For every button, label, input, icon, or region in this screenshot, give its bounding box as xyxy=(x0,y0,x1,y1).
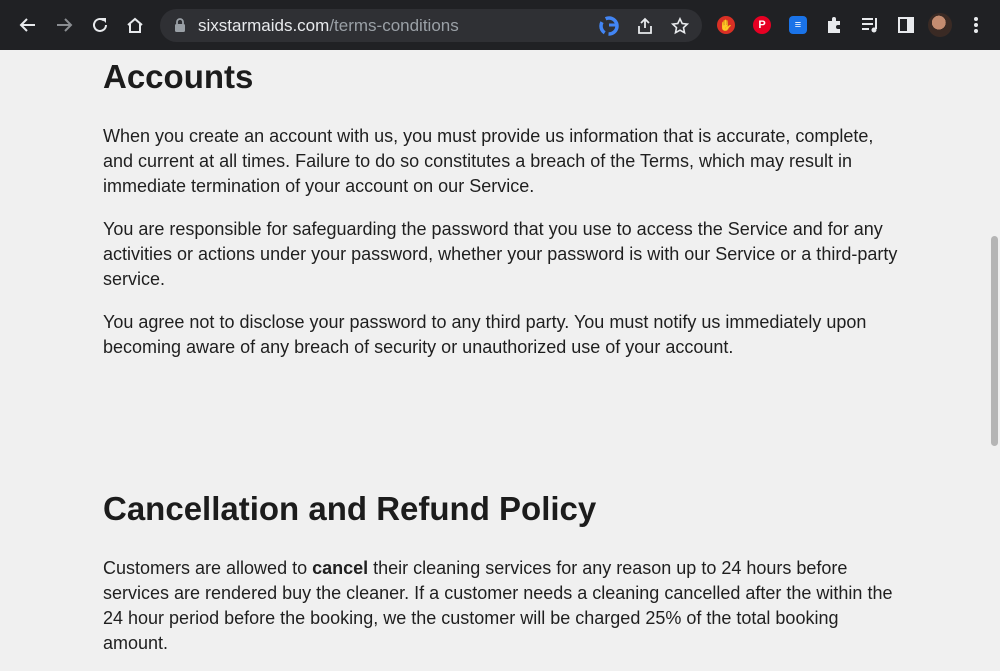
avatar[interactable] xyxy=(928,13,952,37)
lock-icon[interactable] xyxy=(174,18,186,38)
pinterest-icon[interactable]: P xyxy=(750,13,774,37)
scrollbar-thumb[interactable] xyxy=(991,236,998,446)
cancel-bold-text: cancel xyxy=(312,558,369,578)
accounts-heading: Accounts xyxy=(103,58,254,95)
accounts-paragraph-1: When you create an account with us, you … xyxy=(103,126,874,196)
cancellation-heading: Cancellation and Refund Policy xyxy=(103,490,597,527)
puzzle-icon[interactable] xyxy=(822,13,846,37)
url-text[interactable]: sixstarmaids.com/terms-conditions xyxy=(198,16,459,36)
scrollbar[interactable] xyxy=(988,50,1000,671)
kebab-menu-icon[interactable] xyxy=(964,13,988,37)
back-arrow-icon[interactable] xyxy=(14,11,42,39)
reload-icon[interactable] xyxy=(86,11,114,39)
cancellation-paragraph: Customers are allowed to cancel their cl… xyxy=(103,556,903,656)
side-panel-icon[interactable] xyxy=(894,13,918,37)
url-path: /terms-conditions xyxy=(329,16,459,35)
stop-extension-icon[interactable]: ✋ xyxy=(714,13,738,37)
cancellation-text-start: Customers are allowed to xyxy=(103,558,313,578)
docs-extension-icon[interactable]: ≡ xyxy=(786,13,810,37)
accounts-paragraph-3: You agree not to disclose your password … xyxy=(103,312,867,357)
browser-toolbar: sixstarmaids.com/terms-conditions ✋ P ≡ xyxy=(0,0,1000,50)
accounts-paragraph-2: You are responsible for safeguarding the… xyxy=(103,219,898,289)
media-queue-icon[interactable] xyxy=(858,13,882,37)
share-icon[interactable] xyxy=(634,15,656,37)
address-bar[interactable]: sixstarmaids.com/terms-conditions xyxy=(160,9,702,42)
star-icon[interactable] xyxy=(669,15,691,37)
forward-arrow-icon[interactable] xyxy=(50,11,78,39)
home-icon[interactable] xyxy=(121,11,149,39)
google-icon[interactable] xyxy=(598,15,620,37)
url-domain: sixstarmaids.com xyxy=(198,16,330,35)
